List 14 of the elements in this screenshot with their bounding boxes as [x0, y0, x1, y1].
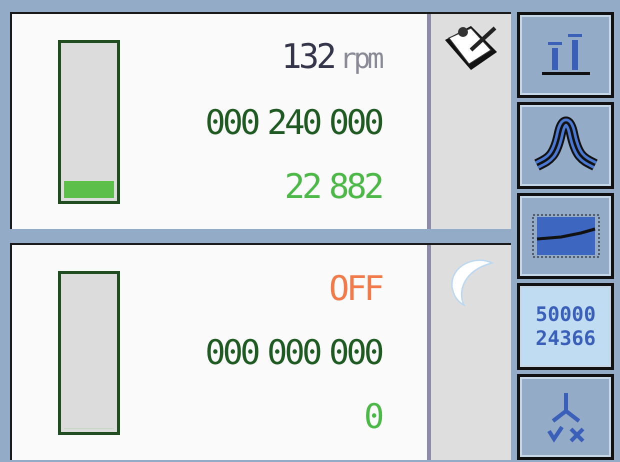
trend-chart-button[interactable] [517, 192, 614, 280]
status-text: OFF [328, 268, 382, 308]
total-counter: 000 000 000 [205, 332, 382, 372]
speed-value: 132 [281, 36, 334, 76]
speed-unit: rpm [340, 42, 382, 74]
count-value: 0 [364, 396, 382, 436]
count-value: 22 882 [284, 166, 382, 206]
counter-value: 24366 [536, 326, 596, 350]
split-button[interactable] [517, 374, 614, 460]
peak-chart-button[interactable] [517, 102, 614, 189]
counter-button[interactable]: 50000 24366 [517, 283, 614, 370]
total-counter: 000 240 000 [205, 102, 382, 142]
bar-chart-button[interactable] [517, 12, 614, 98]
counter-value: 50000 [536, 302, 596, 326]
